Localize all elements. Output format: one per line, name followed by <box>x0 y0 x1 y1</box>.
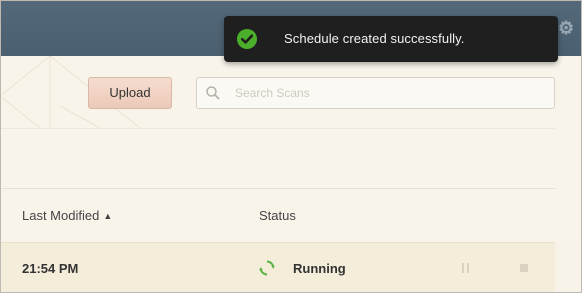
search-box[interactable] <box>196 77 555 109</box>
refresh-icon <box>259 260 275 276</box>
pause-icon[interactable] <box>462 263 470 273</box>
upload-button[interactable]: Upload <box>88 77 172 109</box>
toolbar: Upload <box>0 56 582 128</box>
toast-notification: Schedule created successfully. <box>224 16 558 62</box>
toast-message: Schedule created successfully. <box>284 31 465 46</box>
filter-area <box>0 128 582 188</box>
row-last-modified: 21:54 PM <box>22 261 79 276</box>
table-row[interactable]: 21:54 PM Running <box>0 242 555 293</box>
column-header-last-modified[interactable]: Last Modified ▲ <box>22 208 112 223</box>
table-header: Last Modified ▲ Status <box>0 189 582 242</box>
gear-icon[interactable]: ⚙ <box>558 18 578 38</box>
row-status: Running <box>293 261 346 276</box>
column-header-last-modified-label: Last Modified <box>22 208 100 223</box>
column-header-status[interactable]: Status <box>259 208 296 223</box>
stop-icon[interactable] <box>520 264 528 272</box>
divider <box>0 128 555 129</box>
search-input[interactable] <box>235 78 545 108</box>
search-icon <box>206 86 220 100</box>
sort-up-icon: ▲ <box>103 211 113 221</box>
check-circle-icon <box>237 29 257 49</box>
